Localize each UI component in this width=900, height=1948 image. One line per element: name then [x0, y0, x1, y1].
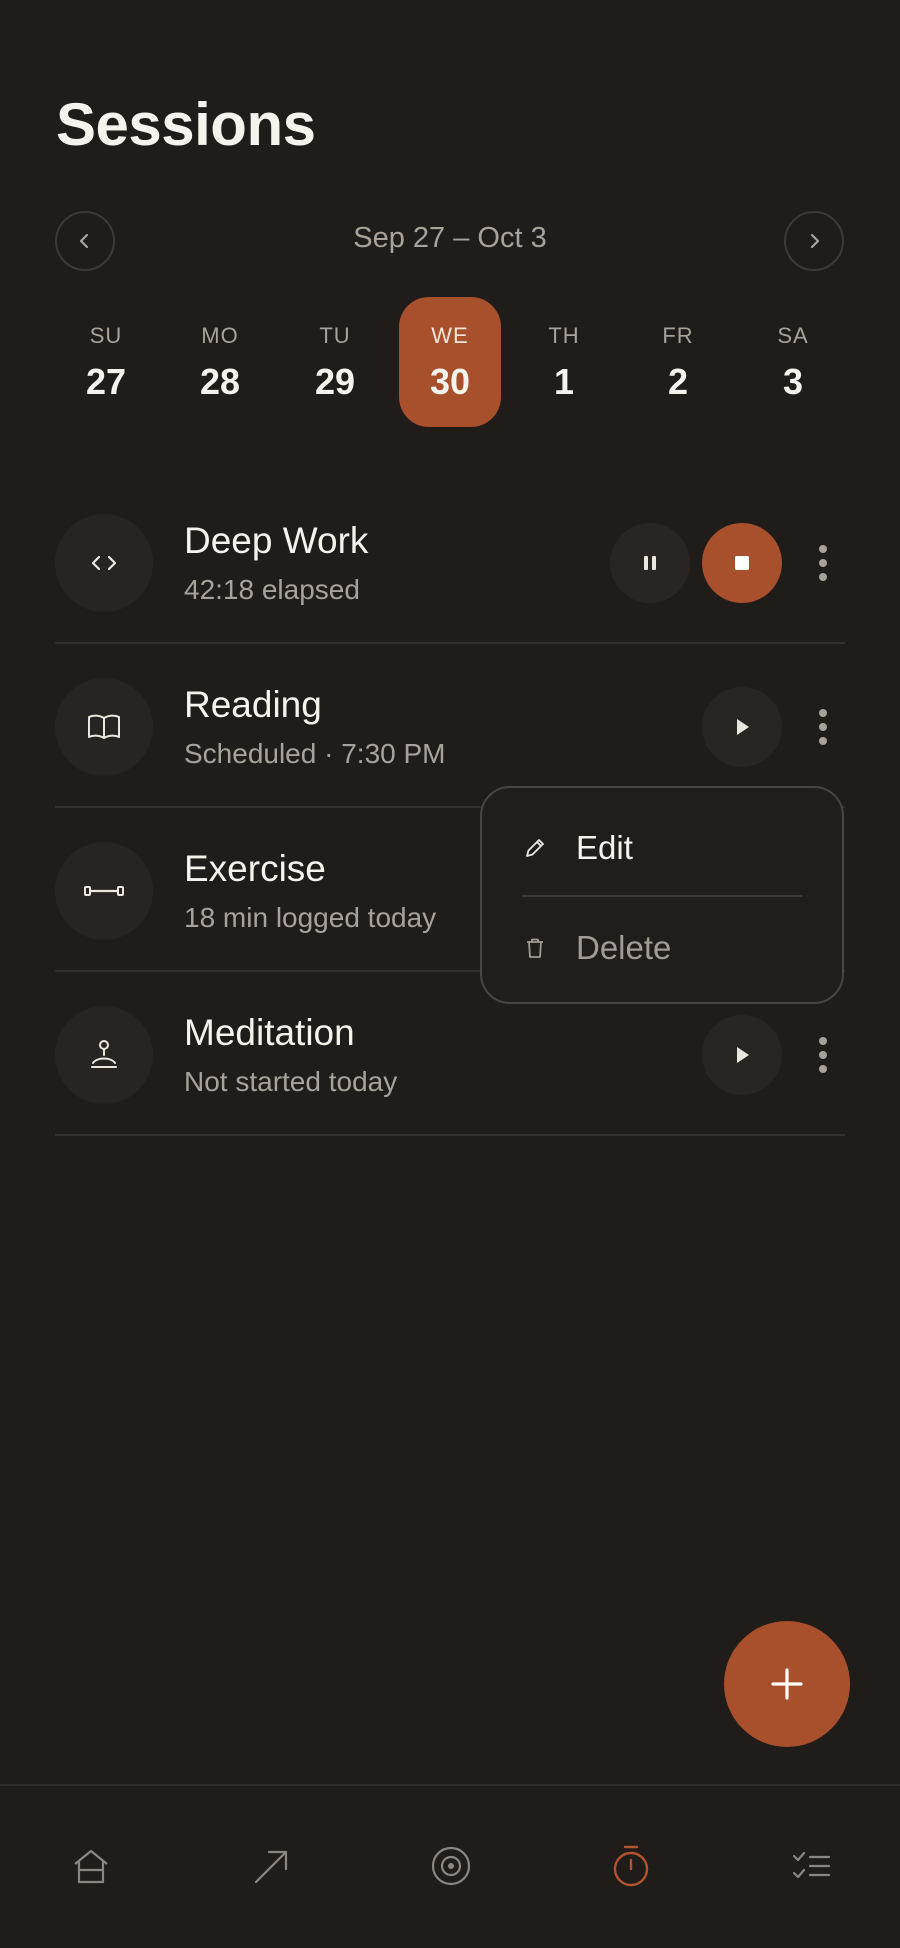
- tab-home[interactable]: [51, 1826, 131, 1906]
- day-sunday[interactable]: SU 27: [55, 297, 157, 427]
- more-dot: [819, 545, 827, 553]
- day-date: 3: [782, 361, 804, 402]
- more-dot: [819, 559, 827, 567]
- more-options-button[interactable]: [798, 1015, 848, 1095]
- day-name: TH: [548, 323, 580, 348]
- meditation-icon: [91, 1040, 117, 1068]
- session-title: Reading: [184, 684, 322, 725]
- more-dot: [819, 1051, 827, 1059]
- menu-divider: [522, 895, 802, 897]
- day-tuesday[interactable]: TU 29: [284, 297, 386, 427]
- day-name: SU: [89, 323, 123, 348]
- day-name: WE: [431, 323, 469, 348]
- day-wednesday-selected[interactable]: WE 30: [399, 297, 501, 427]
- day-name: FR: [662, 323, 694, 348]
- chevron-left-icon: [79, 233, 89, 249]
- play-icon: [737, 1047, 749, 1063]
- context-menu: Edit Delete: [480, 786, 844, 1004]
- delete-label: Delete: [576, 929, 672, 966]
- day-date: 1: [553, 361, 575, 402]
- session-icon-container: [55, 678, 153, 776]
- day-date: 29: [314, 361, 356, 402]
- day-saturday[interactable]: SA 3: [742, 297, 844, 427]
- session-title: Deep Work: [184, 520, 369, 561]
- session-title: Exercise: [184, 848, 326, 889]
- checklist-icon: [792, 1851, 831, 1879]
- play-icon: [737, 719, 749, 735]
- session-row-reading[interactable]: Reading Scheduled · 7:30 PM: [55, 644, 845, 808]
- session-subtitle: Not started today: [184, 1066, 398, 1097]
- tab-progress[interactable]: [231, 1826, 311, 1906]
- trend-arrow-icon: [254, 1850, 288, 1884]
- target-icon: [431, 1846, 471, 1886]
- home-icon: [74, 1849, 108, 1884]
- week-range-label: Sep 27 – Oct 3: [353, 222, 547, 254]
- tab-goals[interactable]: [411, 1826, 491, 1906]
- more-dot: [819, 709, 827, 717]
- day-friday[interactable]: FR 2: [627, 297, 729, 427]
- code-icon: [91, 555, 117, 571]
- day-name: TU: [319, 323, 351, 348]
- chevron-right-icon: [810, 233, 820, 249]
- session-icon-container: [55, 1006, 153, 1104]
- day-name: MO: [201, 323, 239, 348]
- play-button[interactable]: [702, 1015, 782, 1095]
- stop-icon: [735, 556, 749, 570]
- more-dot: [819, 737, 827, 745]
- book-icon: [88, 714, 120, 739]
- edit-menu-item[interactable]: Edit: [522, 818, 633, 878]
- more-dot: [819, 1037, 827, 1045]
- previous-week-button[interactable]: [55, 211, 115, 271]
- more-options-button-open[interactable]: [798, 687, 848, 767]
- day-thursday[interactable]: TH 1: [513, 297, 615, 427]
- page-title: Sessions: [56, 91, 316, 158]
- more-dot: [819, 1065, 827, 1073]
- session-subtitle: Scheduled · 7:30 PM: [184, 738, 446, 769]
- edit-label: Edit: [576, 829, 633, 866]
- more-dot: [819, 573, 827, 581]
- week-strip: SU 27 MO 28 TU 29 WE 30 TH 1 FR 2 SA 3: [55, 297, 845, 427]
- tab-timer-active[interactable]: [591, 1826, 671, 1906]
- play-button[interactable]: [702, 687, 782, 767]
- more-dot: [819, 723, 827, 731]
- pause-button[interactable]: [610, 523, 690, 603]
- pause-icon: [644, 556, 656, 570]
- plus-icon: [771, 1668, 803, 1700]
- tab-tasks[interactable]: [771, 1826, 851, 1906]
- day-date: 27: [85, 361, 127, 402]
- session-title: Meditation: [184, 1012, 355, 1053]
- sessions-screen: Sessions Sep 27 – Oct 3 SU 27 MO 28 TU 2…: [0, 0, 900, 1948]
- pencil-icon: [526, 839, 544, 857]
- dumbbell-icon: [84, 886, 124, 896]
- session-subtitle: 18 min logged today: [184, 902, 437, 933]
- day-name: SA: [777, 323, 809, 348]
- session-icon-container: [55, 514, 153, 612]
- day-date: 2: [667, 361, 689, 402]
- session-icon-container: [55, 842, 153, 940]
- day-date: 30: [429, 361, 471, 402]
- more-options-button[interactable]: [798, 523, 848, 603]
- trash-icon: [527, 938, 543, 958]
- delete-menu-item[interactable]: Delete: [522, 918, 671, 978]
- session-subtitle: 42:18 elapsed: [184, 574, 360, 605]
- bottom-tab-bar: [0, 1784, 900, 1948]
- day-monday[interactable]: MO 28: [169, 297, 271, 427]
- session-row-deep-work[interactable]: Deep Work 42:18 elapsed: [55, 480, 845, 644]
- next-week-button[interactable]: [784, 211, 844, 271]
- stop-button[interactable]: [702, 523, 782, 603]
- timer-icon: [613, 1845, 649, 1887]
- add-session-button[interactable]: [724, 1621, 850, 1747]
- day-date: 28: [199, 361, 241, 402]
